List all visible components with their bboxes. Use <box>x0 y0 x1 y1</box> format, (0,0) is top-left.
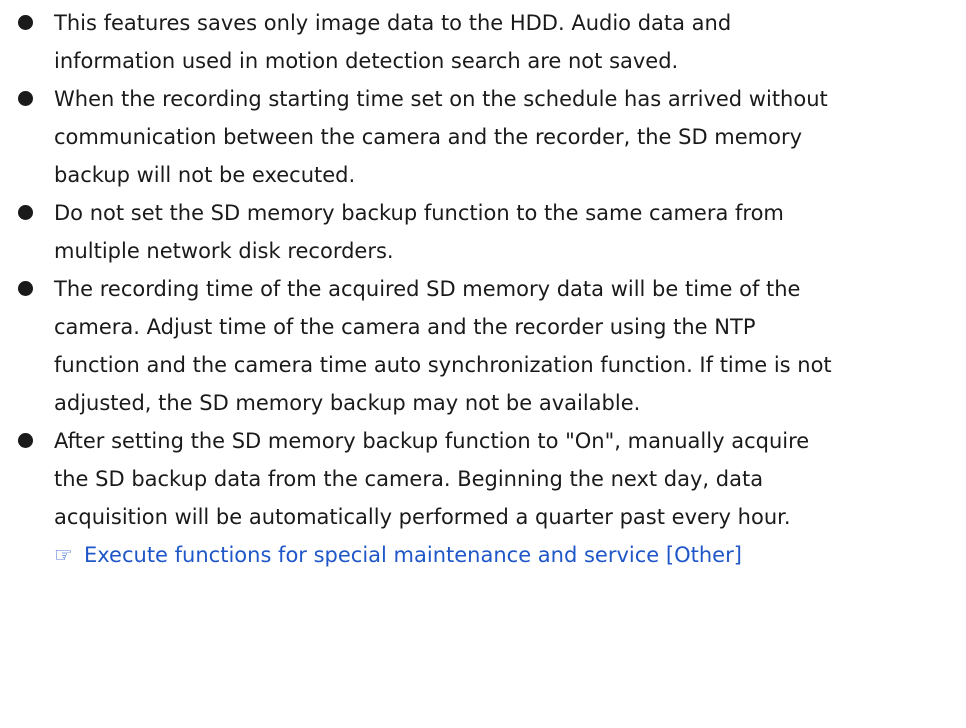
note-item: Do not set the SD memory backup function… <box>0 194 900 270</box>
note-line: the SD backup data from the camera. Begi… <box>54 467 764 491</box>
bullet-icon <box>18 91 33 106</box>
notes-page: This features saves only image data to t… <box>0 0 966 728</box>
bullet-icon <box>18 205 33 220</box>
pointing-hand-icon: ☞ <box>54 543 73 567</box>
note-item: After setting the SD memory backup funct… <box>0 422 900 574</box>
note-item: The recording time of the acquired SD me… <box>0 270 900 422</box>
bullet-icon <box>18 281 33 296</box>
note-line: acquisition will be automatically perfor… <box>54 505 791 529</box>
notes-list: This features saves only image data to t… <box>0 4 966 574</box>
note-line: camera. Adjust time of the camera and th… <box>54 315 756 339</box>
note-line: backup will not be executed. <box>54 163 356 187</box>
bullet-icon <box>18 433 33 448</box>
note-line: The recording time of the acquired SD me… <box>54 277 801 301</box>
note-line: communication between the camera and the… <box>54 125 803 149</box>
reference-link[interactable]: ☞ Execute functions for special maintenan… <box>54 536 900 574</box>
note-line: This features saves only image data to t… <box>54 11 732 35</box>
note-item: This features saves only image data to t… <box>0 4 900 80</box>
reference-link-text: Execute functions for special maintenanc… <box>84 543 742 567</box>
note-line: function and the camera time auto synchr… <box>54 353 832 377</box>
note-item: When the recording starting time set on … <box>0 80 900 194</box>
note-line: adjusted, the SD memory backup may not b… <box>54 391 641 415</box>
note-line: Do not set the SD memory backup function… <box>54 201 784 225</box>
note-line: After setting the SD memory backup funct… <box>54 429 810 453</box>
note-line: multiple network disk recorders. <box>54 239 394 263</box>
note-line: When the recording starting time set on … <box>54 87 828 111</box>
bullet-icon <box>18 15 33 30</box>
note-line: information used in motion detection sea… <box>54 49 679 73</box>
